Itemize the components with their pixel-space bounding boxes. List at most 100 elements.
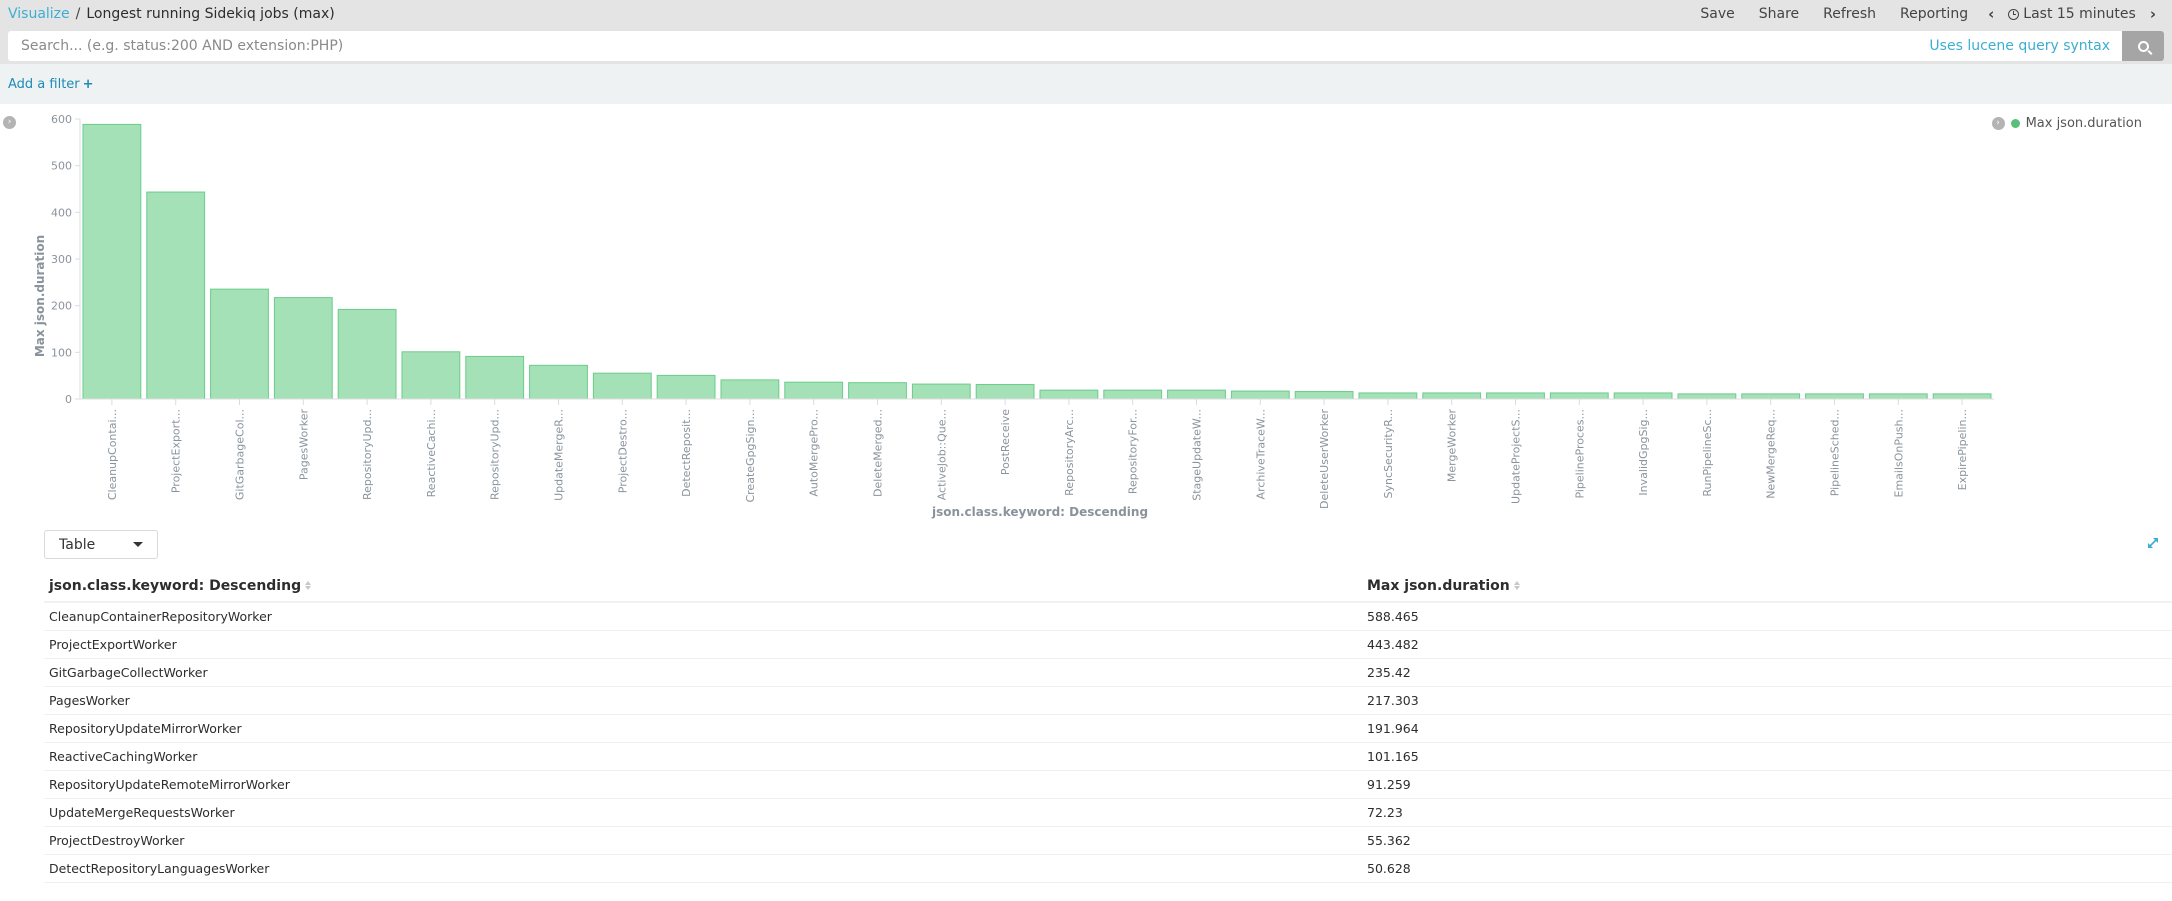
- bar[interactable]: [1294, 391, 1354, 400]
- bar[interactable]: [1422, 392, 1482, 400]
- bar[interactable]: [784, 381, 844, 400]
- refresh-button[interactable]: Refresh: [1811, 6, 1888, 22]
- x-tick-label: CleanupContai...: [106, 409, 119, 500]
- sort-icon[interactable]: [1513, 581, 1520, 590]
- bar[interactable]: [592, 372, 652, 400]
- y-tick-label: 400: [51, 206, 72, 219]
- chevron-left-icon[interactable]: ‹: [1980, 5, 2002, 23]
- bar[interactable]: [273, 297, 333, 400]
- x-tick-label: RepositoryArc...: [1063, 409, 1076, 496]
- x-tick-label: PipelineProces...: [1573, 409, 1586, 499]
- top-nav-bar: Visualize / Longest running Sidekiq jobs…: [0, 0, 2172, 28]
- x-tick-label: RepositoryUpd...: [489, 409, 502, 500]
- bar[interactable]: [1103, 389, 1163, 400]
- breadcrumb-visualize-link[interactable]: Visualize: [8, 6, 70, 22]
- bar[interactable]: [337, 308, 397, 400]
- cell-job-class: GitGarbageCollectWorker: [49, 665, 208, 680]
- y-tick-label: 500: [51, 160, 72, 173]
- x-tick-label: DeleteMerged...: [872, 409, 885, 497]
- cell-job-class: RepositoryUpdateRemoteMirrorWorker: [49, 777, 290, 792]
- bar[interactable]: [1805, 393, 1864, 400]
- bar[interactable]: [146, 191, 206, 400]
- column-header-class[interactable]: json.class.keyword: Descending: [44, 578, 1362, 594]
- table-row: PagesWorker 217.303: [44, 687, 2172, 715]
- bar[interactable]: [82, 123, 142, 400]
- x-axis-label: json.class.keyword: Descending: [931, 505, 1148, 519]
- bar[interactable]: [465, 355, 525, 400]
- y-tick-label: 300: [51, 253, 72, 266]
- bar-chart: 0 100 200 300 400 500 600 CleanupContai... Proj…: [33, 113, 1994, 519]
- expand-icon[interactable]: [2146, 536, 2160, 550]
- x-tick-label: ReactiveCachi...: [425, 409, 438, 497]
- caret-down-icon: [133, 542, 143, 547]
- table-row: ProjectDestroyWorker 55.362: [44, 827, 2172, 855]
- chevron-right-icon[interactable]: ›: [2142, 5, 2164, 23]
- x-tick-label: StageUpdateW...: [1191, 409, 1204, 501]
- time-range-label: Last 15 minutes: [2023, 6, 2136, 22]
- bar[interactable]: [1486, 392, 1545, 400]
- reporting-button[interactable]: Reporting: [1888, 6, 1980, 22]
- table-row: RepositoryUpdateMirrorWorker 191.964: [44, 715, 2172, 743]
- cell-job-class: CleanupContainerRepositoryWorker: [49, 609, 272, 624]
- sort-icon[interactable]: [305, 581, 312, 590]
- x-tick-label: ProjectDestro...: [616, 409, 629, 493]
- bar[interactable]: [401, 351, 461, 400]
- bar[interactable]: [1741, 393, 1801, 400]
- x-tick-label: GitGarbageCol...: [234, 409, 247, 500]
- cell-job-class: ReactiveCachingWorker: [49, 749, 198, 764]
- data-table: json.class.keyword: Descending Max json.…: [44, 570, 2172, 883]
- bar[interactable]: [848, 382, 907, 400]
- search-box: Uses lucene query syntax: [8, 31, 2164, 61]
- x-tick-label: EmailsOnPush...: [1892, 409, 1905, 497]
- cell-max-duration: 72.23: [1367, 805, 1403, 820]
- cell-max-duration: 55.362: [1367, 833, 1411, 848]
- search-icon: [2137, 40, 2149, 52]
- bar[interactable]: [1358, 392, 1418, 400]
- table-row: GitGarbageCollectWorker 235.42: [44, 659, 2172, 687]
- table-body: CleanupContainerRepositoryWorker 588.465 P…: [44, 603, 2172, 883]
- y-axis-label: Max json.duration: [33, 235, 47, 357]
- add-filter-button[interactable]: Add a filter +: [8, 77, 94, 92]
- share-button[interactable]: Share: [1747, 6, 1811, 22]
- page-title: Longest running Sidekiq jobs (max): [86, 6, 335, 22]
- table-row: ReactiveCachingWorker 101.165: [44, 743, 2172, 771]
- bar[interactable]: [529, 364, 588, 400]
- column-header-class-label: json.class.keyword: Descending: [49, 577, 302, 594]
- cell-job-class: ProjectExportWorker: [49, 637, 177, 652]
- clock-icon: [2008, 8, 2020, 20]
- x-tick-label: ExpirePipelin...: [1956, 409, 1969, 490]
- view-select[interactable]: Table: [44, 530, 158, 559]
- cell-max-duration: 235.42: [1367, 665, 1411, 680]
- bar[interactable]: [1932, 393, 1992, 400]
- table-tools: Table: [0, 522, 2172, 572]
- search-button[interactable]: [2122, 31, 2164, 61]
- cell-job-class: ProjectDestroyWorker: [49, 833, 185, 848]
- table-row: CleanupContainerRepositoryWorker 588.465: [44, 603, 2172, 631]
- save-button[interactable]: Save: [1688, 6, 1746, 22]
- x-tick-label: ActiveJob::Que...: [935, 409, 948, 500]
- lucene-syntax-link[interactable]: Uses lucene query syntax: [1917, 38, 2122, 54]
- y-axis: 0 100 200 300 400 500 600: [51, 113, 81, 406]
- search-row: Uses lucene query syntax: [0, 28, 2172, 64]
- x-tick-label: RunPipelineSc...: [1701, 409, 1714, 497]
- bar[interactable]: [1868, 393, 1928, 400]
- bar[interactable]: [1039, 389, 1099, 400]
- bar[interactable]: [1549, 392, 1609, 400]
- x-tick-label: CreateGpgSign...: [744, 409, 757, 503]
- plus-icon: +: [82, 76, 94, 92]
- table-header-row: json.class.keyword: Descending Max json.…: [44, 570, 2172, 603]
- bar[interactable]: [720, 379, 780, 400]
- column-header-duration[interactable]: Max json.duration: [1362, 578, 2172, 594]
- table-row: ProjectExportWorker 443.482: [44, 631, 2172, 659]
- bar[interactable]: [1230, 390, 1290, 400]
- bar[interactable]: [975, 384, 1035, 400]
- bar[interactable]: [911, 383, 971, 400]
- bar[interactable]: [210, 288, 269, 400]
- bar[interactable]: [1167, 389, 1226, 400]
- bar[interactable]: [1677, 393, 1737, 400]
- bar[interactable]: [656, 374, 716, 400]
- time-picker[interactable]: Last 15 minutes: [2002, 6, 2142, 22]
- search-input[interactable]: [8, 31, 1918, 61]
- filter-bar: Add a filter +: [0, 64, 2172, 104]
- bar[interactable]: [1613, 392, 1673, 400]
